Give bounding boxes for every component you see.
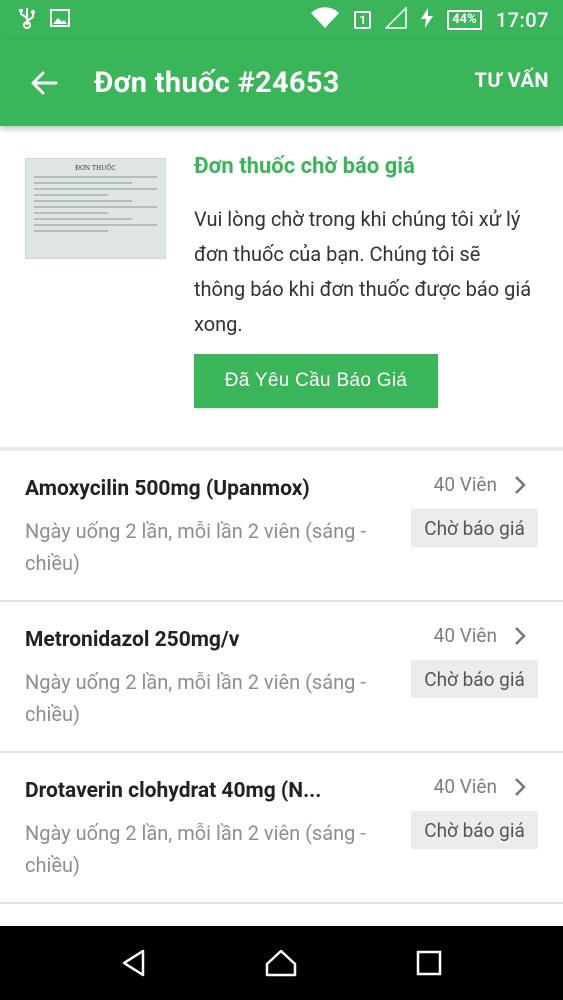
sim-badge: 1	[354, 11, 372, 29]
usb-icon	[18, 7, 36, 33]
chevron-right-icon	[515, 627, 526, 645]
medication-dosage: Ngày uống 2 lần, mỗi lần 2 viên (sáng - …	[25, 670, 366, 726]
medication-dosage: Ngày uống 2 lần, mỗi lần 2 viên (sáng - …	[25, 519, 366, 575]
nav-home-button[interactable]	[261, 943, 301, 983]
nav-back-button[interactable]	[114, 943, 154, 983]
status-badge: Chờ báo giá	[411, 509, 538, 547]
prescription-thumbnail[interactable]: ĐƠN THUỐC	[25, 158, 166, 259]
medication-dosage: Ngày uống 2 lần, mỗi lần 2 viên (sáng - …	[25, 821, 366, 877]
status-description: Vui lòng chờ trong khi chúng tôi xử lý đ…	[194, 207, 532, 336]
thumbnail-title: ĐƠN THUỐC	[75, 165, 116, 172]
medication-name: Amoxycilin 500mg (Upanmox)	[25, 477, 310, 501]
status-badge: Chờ báo giá	[411, 811, 538, 849]
status-badge: Chờ báo giá	[411, 660, 538, 698]
list-item[interactable]: Amoxycilin 500mg (Upanmox) Ngày uống 2 l…	[0, 451, 563, 602]
square-recents-icon	[416, 950, 442, 976]
consult-button[interactable]: TƯ VẤN	[475, 68, 550, 92]
wifi-icon	[310, 7, 340, 33]
signal-icon	[384, 6, 407, 33]
page-title: Đơn thuốc #24653	[94, 66, 340, 100]
prescription-header: ĐƠN THUỐC Đơn thuốc chờ báo giá Vui lòng…	[0, 126, 563, 448]
list-item[interactable]: Metronidazol 250mg/v Ngày uống 2 lần, mỗ…	[0, 602, 563, 753]
battery-indicator: 44%	[447, 10, 482, 30]
medication-list: Amoxycilin 500mg (Upanmox) Ngày uống 2 l…	[0, 451, 563, 904]
triangle-back-icon	[122, 949, 145, 977]
medication-quantity: 40 Viên	[433, 775, 497, 798]
image-icon	[50, 9, 70, 31]
back-button[interactable]	[24, 63, 64, 103]
medication-quantity: 40 Viên	[433, 624, 497, 647]
home-icon	[266, 949, 297, 977]
status-bar: 1 44% 17:07	[0, 0, 563, 40]
app-bar: Đơn thuốc #24653 TƯ VẤN	[0, 40, 563, 126]
arrow-left-icon	[31, 71, 58, 95]
medication-name: Drotaverin clohydrat 40mg (N...	[25, 779, 322, 803]
quote-requested-button[interactable]: Đã Yêu Cầu Báo Giá	[194, 354, 438, 408]
list-item[interactable]: Drotaverin clohydrat 40mg (N... Ngày uốn…	[0, 753, 563, 904]
status-time: 17:07	[495, 8, 549, 32]
chevron-right-icon	[515, 778, 526, 796]
medication-name: Metronidazol 250mg/v	[25, 628, 240, 652]
status-title: Đơn thuốc chờ báo giá	[194, 154, 415, 179]
charging-icon	[421, 8, 434, 32]
medication-quantity: 40 Viên	[433, 473, 497, 496]
chevron-right-icon	[515, 476, 526, 494]
nav-recents-button[interactable]	[409, 943, 449, 983]
system-nav-bar	[0, 926, 563, 1000]
